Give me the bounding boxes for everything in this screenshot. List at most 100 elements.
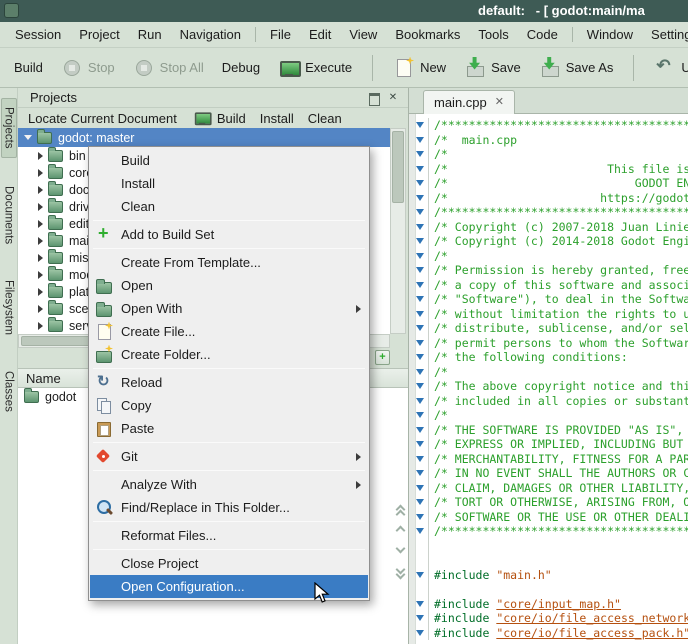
fold-marker-icon[interactable]	[416, 354, 424, 360]
project-clean-button[interactable]: Clean	[308, 111, 342, 126]
fold-marker-icon[interactable]	[416, 456, 424, 462]
menu-item-git[interactable]: Git	[90, 445, 368, 468]
include-path-token[interactable]: "core/input_map.h"	[496, 597, 621, 611]
fold-marker-icon[interactable]	[416, 267, 424, 273]
expand-arrow-icon[interactable]	[38, 220, 43, 228]
project-build-button[interactable]: Build	[191, 107, 246, 129]
menu-item-reformat-files[interactable]: Reformat Files...	[90, 524, 368, 547]
menu-item-analyze-with[interactable]: Analyze With	[90, 473, 368, 496]
menu-item-clean[interactable]: Clean	[90, 195, 368, 218]
menu-item-open-with[interactable]: Open With	[90, 297, 368, 320]
fold-marker-icon[interactable]	[416, 601, 424, 607]
fold-marker-icon[interactable]	[416, 325, 424, 331]
menu-item-open[interactable]: Open	[90, 274, 368, 297]
dock-tab-filesystem[interactable]: Filesystem	[2, 272, 16, 343]
menubar-item-edit[interactable]: Edit	[300, 24, 340, 45]
collapse-arrow-icon[interactable]	[24, 135, 32, 140]
expand-all-button[interactable]	[375, 350, 390, 365]
menu-item-install[interactable]: Install	[90, 172, 368, 195]
fold-marker-icon[interactable]	[416, 383, 424, 389]
locate-current-document-button[interactable]: Locate Current Document	[28, 111, 177, 126]
stop-all-button[interactable]: Stop All	[127, 53, 210, 83]
menu-item-find-replace-in-this-folder[interactable]: Find/Replace in This Folder...	[90, 496, 368, 519]
titlebar[interactable]: default: - [ godot:main/ma	[0, 0, 688, 22]
fold-marker-icon[interactable]	[416, 253, 424, 259]
fold-marker-icon[interactable]	[416, 282, 424, 288]
fold-marker-icon[interactable]	[416, 151, 424, 157]
menu-item-create-folder[interactable]: Create Folder...	[90, 343, 368, 366]
expand-arrow-icon[interactable]	[38, 305, 43, 313]
fold-marker-icon[interactable]	[416, 499, 424, 505]
undo-button[interactable]: Undo	[648, 53, 688, 83]
menubar-item-settings[interactable]: Settings	[642, 24, 688, 45]
menu-item-create-from-template[interactable]: Create From Template...	[90, 251, 368, 274]
fold-marker-icon[interactable]	[416, 209, 424, 215]
fold-marker-icon[interactable]	[416, 137, 424, 143]
menu-item-paste[interactable]: Paste	[90, 417, 368, 440]
fold-marker-icon[interactable]	[416, 630, 424, 636]
fold-marker-icon[interactable]	[416, 398, 424, 404]
menubar-item-run[interactable]: Run	[129, 24, 171, 45]
dock-tab-projects[interactable]: Projects	[1, 98, 17, 158]
fold-marker-icon[interactable]	[416, 166, 424, 172]
menubar-item-view[interactable]: View	[340, 24, 386, 45]
stop-button[interactable]: Stop	[55, 53, 121, 83]
fold-marker-icon[interactable]	[416, 224, 424, 230]
fold-marker-icon[interactable]	[416, 514, 424, 520]
up-chevron-icon[interactable]	[395, 524, 406, 533]
menubar-item-project[interactable]: Project	[70, 24, 128, 45]
fold-marker-icon[interactable]	[416, 122, 424, 128]
debug-button[interactable]: Debug	[216, 56, 266, 79]
include-path-token[interactable]: "core/io/file_access_network.h"	[496, 611, 688, 625]
fold-marker-icon[interactable]	[416, 441, 424, 447]
fold-marker-icon[interactable]	[416, 427, 424, 433]
down-chevron-icon[interactable]	[395, 545, 406, 554]
tab-main-cpp[interactable]: main.cpp	[423, 90, 515, 114]
fold-marker-icon[interactable]	[416, 296, 424, 302]
fold-marker-icon[interactable]	[416, 485, 424, 491]
menubar-item-session[interactable]: Session	[6, 24, 70, 45]
close-tab-icon[interactable]	[495, 97, 504, 108]
expand-arrow-icon[interactable]	[38, 322, 43, 330]
expand-arrow-icon[interactable]	[38, 186, 43, 194]
include-path-token[interactable]: "core/io/file_access_pack.h"	[496, 626, 688, 640]
window-icon[interactable]	[4, 3, 19, 18]
menubar-item-file[interactable]: File	[261, 24, 300, 45]
double-down-chevron-icon[interactable]	[395, 566, 406, 575]
dock-tab-classes[interactable]: Classes	[2, 363, 16, 420]
expand-arrow-icon[interactable]	[38, 169, 43, 177]
double-up-chevron-icon[interactable]	[395, 503, 406, 512]
save-button[interactable]: Save	[458, 53, 527, 83]
menubar-item-navigation[interactable]: Navigation	[171, 24, 250, 45]
tree-vertical-scrollbar[interactable]	[390, 128, 406, 334]
menubar-item-code[interactable]: Code	[518, 24, 567, 45]
fold-marker-icon[interactable]	[416, 238, 424, 244]
build-button[interactable]: Build	[8, 56, 49, 79]
fold-marker-icon[interactable]	[416, 311, 424, 317]
menu-item-build[interactable]: Build	[90, 149, 368, 172]
menu-item-add-to-build-set[interactable]: Add to Build Set	[90, 223, 368, 246]
menubar-item-tools[interactable]: Tools	[469, 24, 517, 45]
menubar-item-bookmarks[interactable]: Bookmarks	[386, 24, 469, 45]
expand-arrow-icon[interactable]	[38, 152, 43, 160]
fold-marker-icon[interactable]	[416, 470, 424, 476]
expand-arrow-icon[interactable]	[38, 271, 43, 279]
fold-marker-icon[interactable]	[416, 340, 424, 346]
scrollbar-thumb[interactable]	[392, 131, 404, 203]
expand-arrow-icon[interactable]	[38, 288, 43, 296]
fold-marker-icon[interactable]	[416, 528, 424, 534]
fold-marker-icon[interactable]	[416, 369, 424, 375]
fold-marker-icon[interactable]	[416, 180, 424, 186]
fold-marker-icon[interactable]	[416, 615, 424, 621]
fold-marker-icon[interactable]	[416, 572, 424, 578]
menu-item-create-file[interactable]: Create File...	[90, 320, 368, 343]
float-panel-icon[interactable]	[367, 91, 381, 105]
expand-arrow-icon[interactable]	[38, 254, 43, 262]
dock-tab-documents[interactable]: Documents	[2, 178, 16, 252]
new-button[interactable]: New	[387, 53, 452, 83]
project-install-button[interactable]: Install	[260, 111, 294, 126]
expand-arrow-icon[interactable]	[38, 237, 43, 245]
expand-arrow-icon[interactable]	[38, 203, 43, 211]
fold-marker-icon[interactable]	[416, 195, 424, 201]
fold-marker-icon[interactable]	[416, 412, 424, 418]
